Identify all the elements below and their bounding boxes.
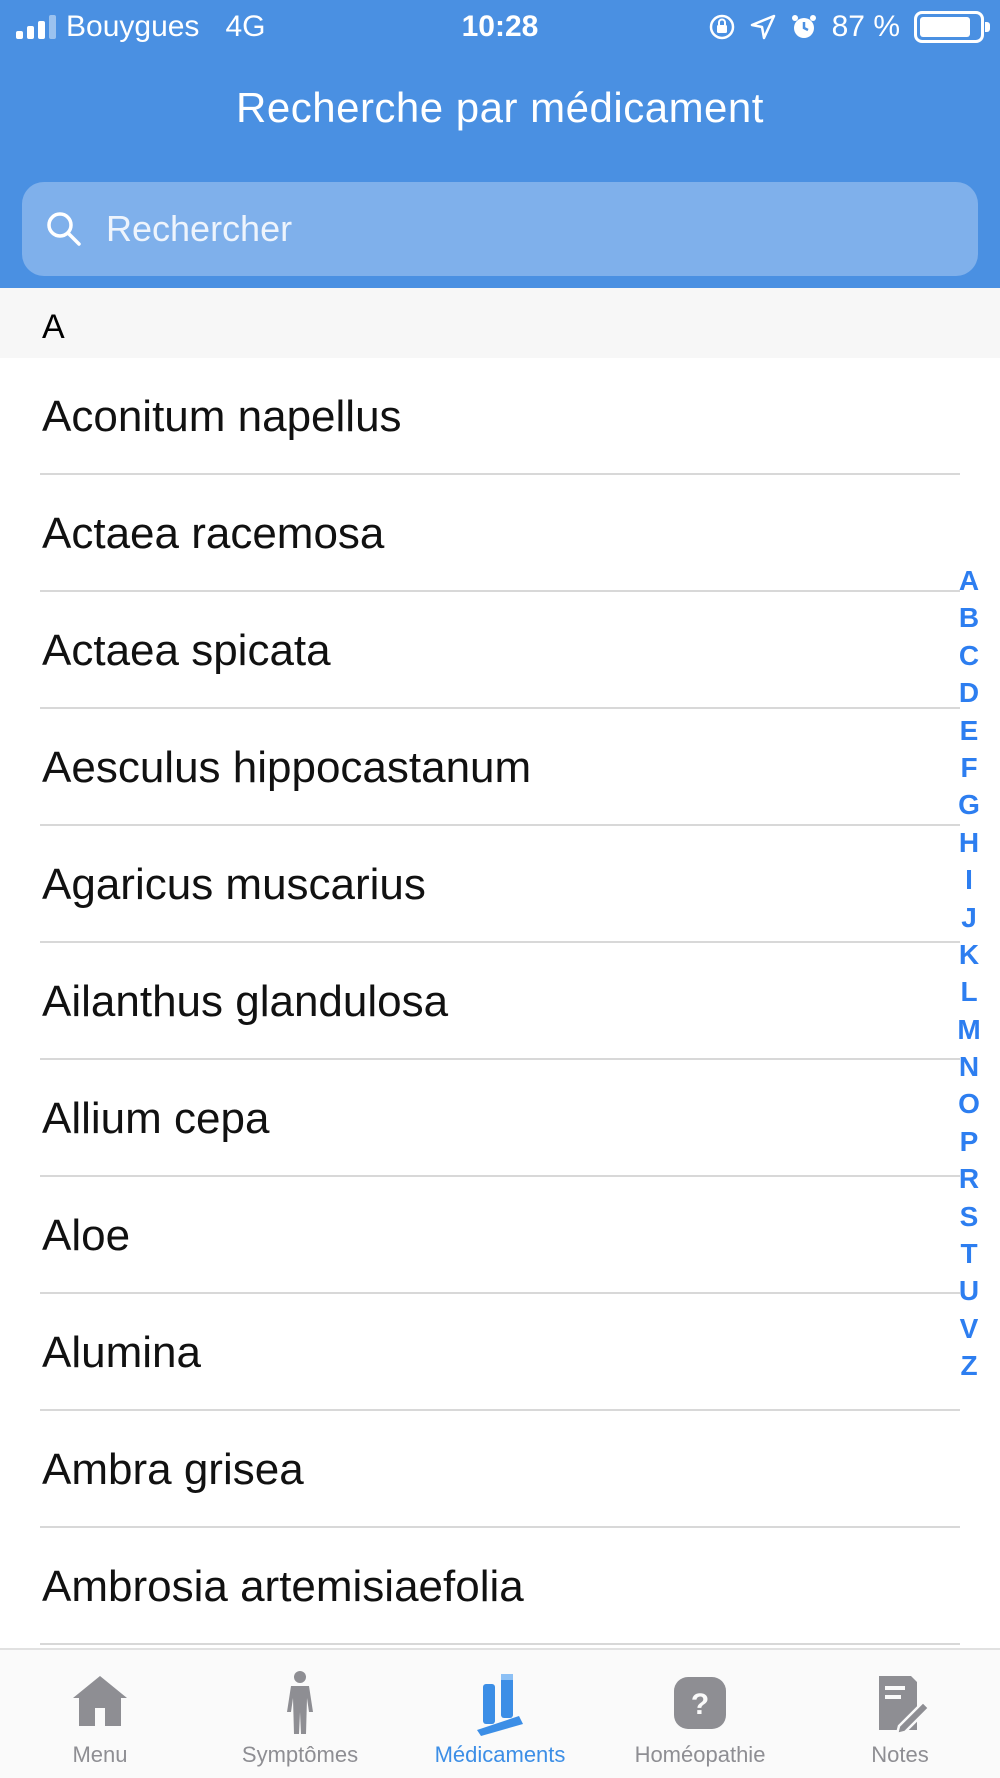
list-item-label: Aloe <box>42 1211 131 1260</box>
tab-bar: Menu Symptômes Médicaments ? Homéopathie <box>0 1648 1000 1778</box>
battery-percent: 87 % <box>831 10 900 43</box>
index-letter[interactable]: M <box>952 1011 986 1048</box>
list-item-label: Alumina <box>42 1328 201 1377</box>
tab-medicaments[interactable]: Médicaments <box>400 1650 600 1778</box>
list-item[interactable]: Ambra grisea <box>0 1411 1000 1528</box>
index-letter[interactable]: K <box>952 936 986 973</box>
index-letter[interactable]: B <box>952 599 986 636</box>
search-bar[interactable] <box>22 182 978 276</box>
index-letter[interactable]: N <box>952 1048 986 1085</box>
list-item[interactable]: Ambrosia artemisiaefolia <box>0 1528 1000 1645</box>
index-letter[interactable]: P <box>952 1123 986 1160</box>
tab-label: Médicaments <box>434 1742 566 1767</box>
tab-symptomes[interactable]: Symptômes <box>200 1650 400 1778</box>
index-letter[interactable]: J <box>952 899 986 936</box>
index-letter[interactable]: R <box>952 1160 986 1197</box>
tab-menu[interactable]: Menu <box>0 1650 200 1778</box>
list-item[interactable]: Aesculus hippocastanum <box>0 709 1000 826</box>
list-item[interactable]: Allium cepa <box>0 1060 1000 1177</box>
list-item[interactable]: Actaea racemosa <box>0 475 1000 592</box>
list-item-label: Allium cepa <box>42 1094 270 1143</box>
list-item-label: Actaea racemosa <box>42 509 385 558</box>
body-icon <box>287 1671 313 1734</box>
index-letter[interactable]: L <box>952 973 986 1010</box>
page-title: Recherche par médicament <box>236 84 764 131</box>
list-item-label: Ailanthus glandulosa <box>42 977 449 1026</box>
search-input[interactable] <box>106 208 926 250</box>
tab-homeopathie[interactable]: ? Homéopathie <box>600 1650 800 1778</box>
index-letter[interactable]: G <box>952 786 986 823</box>
index-letter[interactable]: F <box>952 749 986 786</box>
list-item[interactable]: Aconitum napellus <box>0 358 1000 475</box>
index-letter[interactable]: S <box>952 1198 986 1235</box>
list-item-label: Ambra grisea <box>42 1445 304 1494</box>
svg-text:?: ? <box>691 1688 709 1721</box>
index-letter[interactable]: E <box>952 712 986 749</box>
nav-header: Bouygues 4G 10:28 87 % Recherche par méd… <box>0 0 1000 288</box>
tab-notes[interactable]: Notes <box>800 1650 1000 1778</box>
section-header: A <box>0 288 1000 358</box>
index-letter[interactable]: O <box>952 1085 986 1122</box>
status-bar: Bouygues 4G 10:28 87 % <box>0 0 1000 56</box>
list-item-label: Actaea spicata <box>42 626 331 675</box>
list-item[interactable]: Agaricus muscarius <box>0 826 1000 943</box>
index-letter[interactable]: T <box>952 1235 986 1272</box>
list-item-label: Aesculus hippocastanum <box>42 743 532 792</box>
tab-label: Homéopathie <box>634 1742 766 1767</box>
vials-icon <box>477 1674 523 1736</box>
index-letter[interactable]: D <box>952 674 986 711</box>
question-icon: ? <box>674 1677 726 1729</box>
tab-label: Notes <box>871 1742 929 1767</box>
tab-label: Symptômes <box>241 1742 359 1767</box>
list-item-label: Aconitum napellus <box>42 392 402 441</box>
list-item[interactable]: Alumina <box>0 1294 1000 1411</box>
list-item[interactable]: Actaea spicata <box>0 592 1000 709</box>
index-letter[interactable]: U <box>952 1272 986 1309</box>
medication-list: Aconitum napellus Actaea racemosa Actaea… <box>0 358 1000 1645</box>
index-letter[interactable]: I <box>952 861 986 898</box>
search-icon <box>47 212 81 246</box>
index-letter[interactable]: C <box>952 637 986 674</box>
location-icon <box>750 14 775 40</box>
list-item[interactable]: Aloe <box>0 1177 1000 1294</box>
index-letter[interactable]: Z <box>952 1347 986 1384</box>
index-letter[interactable]: H <box>952 824 986 861</box>
house-icon <box>73 1676 127 1726</box>
alarm-icon <box>791 15 816 38</box>
list-item[interactable]: Ailanthus glandulosa <box>0 943 1000 1060</box>
list-item-label: Agaricus muscarius <box>42 860 426 909</box>
list-item-label: Ambrosia artemisiaefolia <box>42 1562 524 1611</box>
index-letter[interactable]: V <box>952 1310 986 1347</box>
notes-icon <box>879 1676 931 1736</box>
section-letter: A <box>42 308 65 346</box>
alphabet-index[interactable]: ABCDEFGHIJKLMNOPRSTUVZ <box>952 562 986 1385</box>
index-letter[interactable]: A <box>952 562 986 599</box>
rotation-lock-icon <box>709 14 734 40</box>
battery-icon <box>914 11 990 43</box>
tab-label: Menu <box>72 1742 128 1767</box>
